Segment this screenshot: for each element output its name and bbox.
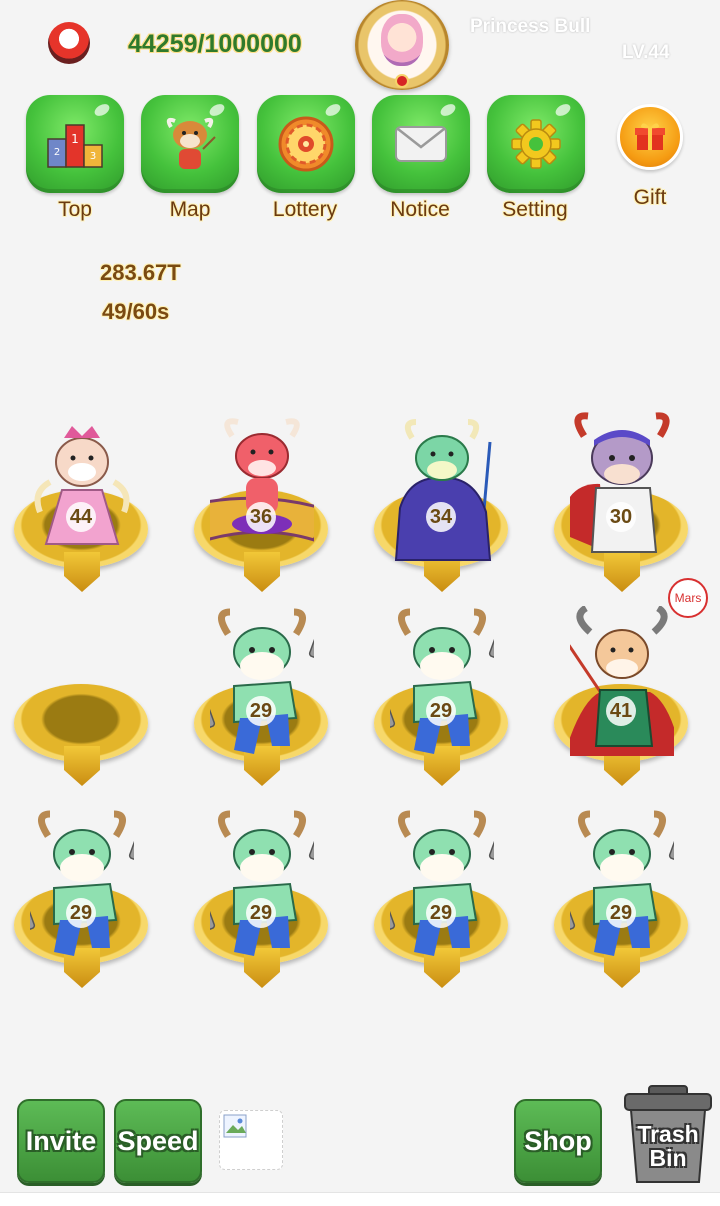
green-bull-nunchaku-icon: [570, 810, 674, 956]
game-logo-icon: [48, 22, 90, 64]
notice-label: Notice: [390, 198, 450, 221]
princess-bull-icon: [34, 426, 130, 545]
timer-value: 49/60s: [102, 299, 170, 324]
slot-5-empty[interactable]: [12, 592, 152, 792]
slot-4[interactable]: 30: [552, 398, 692, 598]
speed-button[interactable]: Speed: [114, 1099, 202, 1183]
princess-bull-avatar-icon: [381, 14, 423, 66]
svg-text:3: 3: [90, 151, 96, 162]
mars-name-tag: Mars: [668, 578, 708, 618]
map-label: Map: [169, 198, 211, 221]
setting-label: Setting: [502, 198, 568, 221]
slot-level-badge: 29: [426, 898, 456, 928]
player-name: Princess Bull: [470, 16, 591, 37]
green-bull-nunchaku-icon: [210, 608, 314, 754]
slot-level-badge: 30: [606, 502, 636, 532]
ranking-podium-icon: 1 2 3: [47, 124, 103, 168]
player-level: LV.44: [622, 42, 670, 63]
map-button[interactable]: [141, 95, 239, 193]
slot-2[interactable]: 36: [192, 398, 332, 598]
setting-button[interactable]: [487, 95, 585, 193]
slot-10[interactable]: 29: [192, 794, 332, 994]
shop-button[interactable]: Shop: [514, 1099, 602, 1183]
green-bull-wizard-icon: [394, 419, 492, 561]
slot-level-badge: 44: [66, 502, 96, 532]
experience-counter: 44259/1000000: [128, 30, 302, 58]
lottery-label: Lottery: [272, 198, 338, 221]
lottery-button[interactable]: [257, 95, 355, 193]
red-bull-carpet-icon: [210, 418, 314, 542]
broken-image-icon: [223, 1114, 247, 1138]
green-bull-nunchaku-icon: [30, 810, 134, 956]
invite-button[interactable]: Invite: [17, 1099, 105, 1183]
bull-teacher-icon: [166, 117, 216, 169]
green-bull-nunchaku-icon: [210, 810, 314, 956]
gear-icon: [511, 119, 561, 169]
mars-bull-spear-icon: [570, 606, 674, 756]
gift-label: Gift: [633, 186, 667, 209]
green-bull-nunchaku-icon: [390, 608, 494, 754]
slot-1[interactable]: 44: [12, 398, 152, 598]
green-bull-nunchaku-icon: [390, 810, 494, 956]
slot-level-badge: 29: [246, 696, 276, 726]
slot-level-badge: 29: [426, 696, 456, 726]
slot-level-badge: 36: [246, 502, 276, 532]
top-label: Top: [58, 198, 92, 221]
gift-box-icon: [635, 123, 665, 150]
slot-9[interactable]: 29: [12, 794, 152, 994]
bottom-navigation-strip: [0, 1192, 720, 1206]
slot-level-badge: 41: [606, 696, 636, 726]
slot-8[interactable]: 41 Mars: [552, 578, 708, 792]
slot-11[interactable]: 29: [372, 794, 512, 994]
slot-6[interactable]: 29: [192, 592, 332, 792]
slot-level-badge: 34: [426, 502, 456, 532]
mail-envelope-icon: [395, 126, 447, 162]
purple-bull-swordsman-icon: [570, 412, 670, 553]
slot-3[interactable]: 34: [372, 398, 512, 598]
slot-7[interactable]: 29: [372, 592, 512, 792]
trash-bin-button[interactable]: Trash Bin: [623, 1084, 713, 1184]
pad-shield-icon: [64, 746, 100, 786]
avatar-gem-icon: [395, 74, 409, 88]
slot-12[interactable]: 29: [552, 794, 692, 994]
broken-image-placeholder[interactable]: [219, 1110, 283, 1170]
slot-level-badge: 29: [246, 898, 276, 928]
gift-button[interactable]: [617, 104, 683, 170]
svg-text:1: 1: [71, 132, 79, 146]
slot-level-badge: 29: [606, 898, 636, 928]
trash-label-line2: Bin: [649, 1145, 687, 1171]
lottery-wheel-icon: [278, 116, 334, 172]
slot-level-badge: 29: [66, 898, 96, 928]
trash-label-line1: Trash: [637, 1121, 699, 1147]
income-value: 283.67T: [100, 260, 181, 285]
top-button[interactable]: 1 2 3: [26, 95, 124, 193]
notice-button[interactable]: [372, 95, 470, 193]
svg-text:2: 2: [54, 147, 60, 158]
